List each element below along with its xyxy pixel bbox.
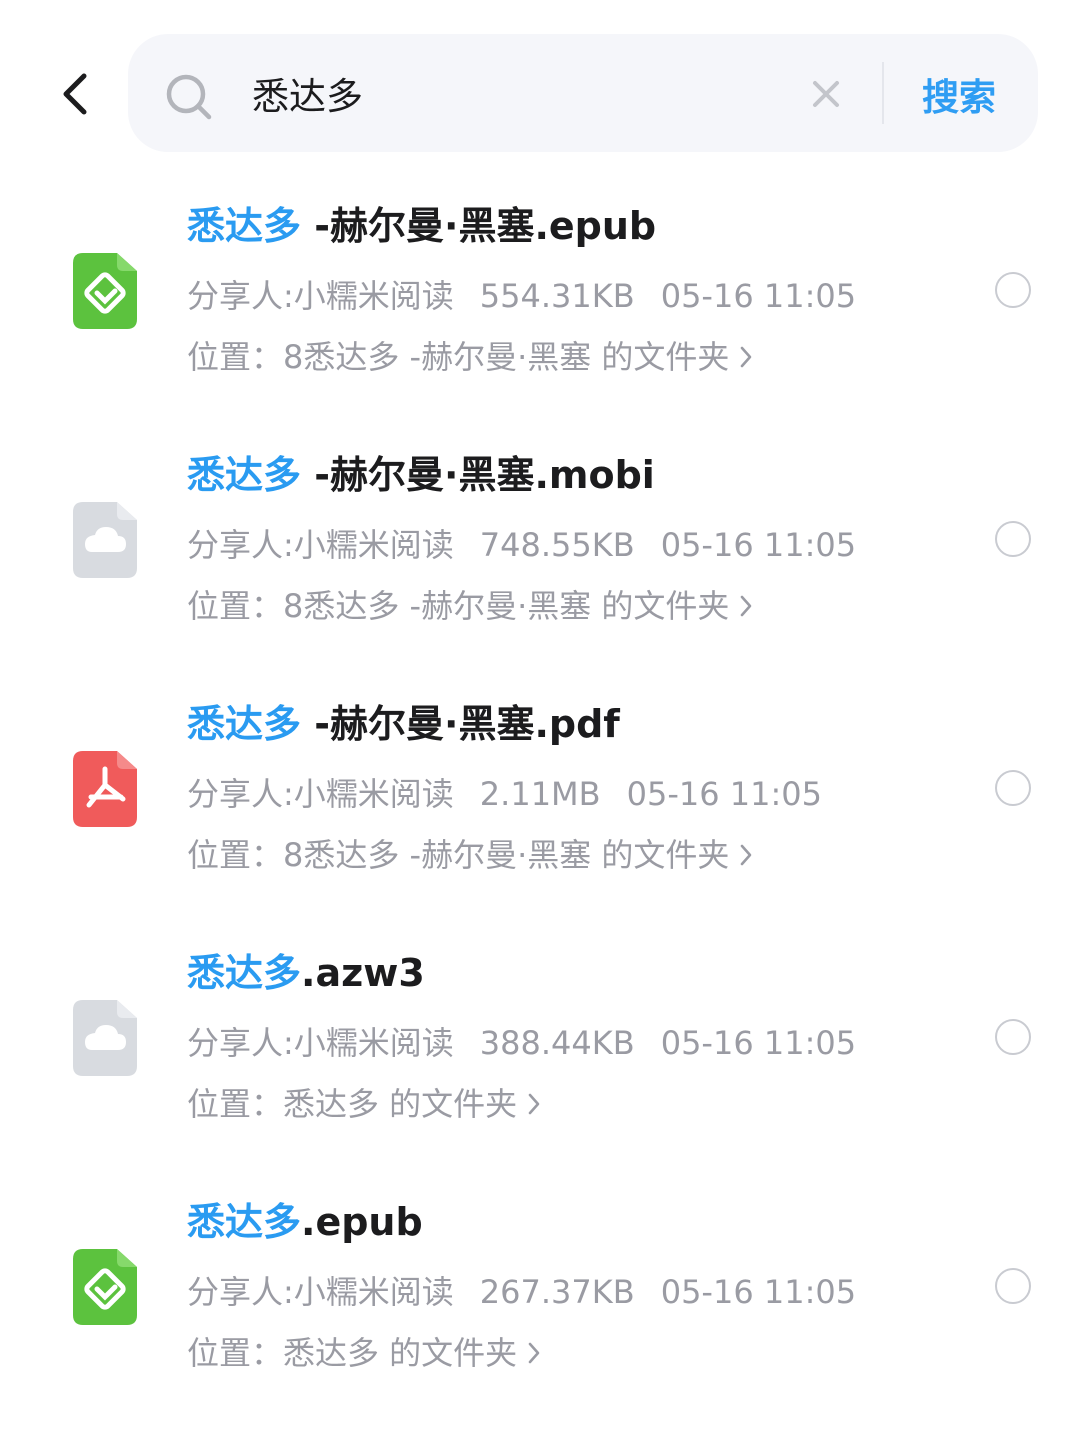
location-link[interactable]: 位置：8悉达多 -赫尔曼·黑塞 的文件夹 <box>187 333 753 381</box>
list-item[interactable]: 悉达多 -赫尔曼·黑塞.mobi 分享人:小糯米阅读 748.55KB 05-16 1… <box>0 439 1080 688</box>
chevron-right-icon <box>528 1342 540 1364</box>
sharer: 分享人:小糯米阅读 <box>187 775 454 813</box>
back-button[interactable] <box>50 62 100 126</box>
location-text: 位置：悉达多 的文件夹 <box>187 1085 518 1123</box>
file-title: 悉达多 -赫尔曼·黑塞.epub <box>187 200 967 252</box>
cloud-file-icon <box>73 1000 137 1076</box>
select-radio[interactable] <box>995 521 1031 557</box>
sharer: 分享人:小糯米阅读 <box>187 526 454 564</box>
file-size: 2.11MB <box>479 775 601 813</box>
file-title: 悉达多 -赫尔曼·黑塞.mobi <box>187 449 967 501</box>
location-text: 位置：8悉达多 -赫尔曼·黑塞 的文件夹 <box>187 587 730 625</box>
select-radio[interactable] <box>995 1019 1031 1055</box>
sharer: 分享人:小糯米阅读 <box>187 1024 454 1062</box>
title-highlight: 悉达多 <box>187 453 302 497</box>
file-title: 悉达多 -赫尔曼·黑塞.pdf <box>187 698 967 750</box>
location-link[interactable]: 位置：8悉达多 -赫尔曼·黑塞 的文件夹 <box>187 582 753 630</box>
title-highlight: 悉达多 <box>187 1200 302 1244</box>
list-item[interactable]: 悉达多 -赫尔曼·黑塞.epub 分享人:小糯米阅读 554.31KB 05-16 1… <box>0 190 1080 439</box>
location-link[interactable]: 位置：8悉达多 -赫尔曼·黑塞 的文件夹 <box>187 831 753 879</box>
file-date: 05-16 11:05 <box>660 526 857 564</box>
file-meta: 分享人:小糯米阅读 748.55KB 05-16 11:05 <box>187 521 882 569</box>
title-highlight: 悉达多 <box>187 702 302 746</box>
title-rest: -赫尔曼·黑塞.pdf <box>301 702 620 746</box>
location-text: 位置：8悉达多 -赫尔曼·黑塞 的文件夹 <box>187 338 730 376</box>
location-link[interactable]: 位置：悉达多 的文件夹 <box>187 1329 541 1377</box>
file-meta: 分享人:小糯米阅读 388.44KB 05-16 11:05 <box>187 1019 882 1067</box>
search-divider <box>882 62 884 124</box>
file-date: 05-16 11:05 <box>660 277 857 315</box>
location-text: 位置：8悉达多 -赫尔曼·黑塞 的文件夹 <box>187 836 730 874</box>
file-size: 748.55KB <box>479 526 635 564</box>
chevron-right-icon <box>741 595 752 617</box>
sharer: 分享人:小糯米阅读 <box>187 277 454 315</box>
pdf-file-icon <box>73 751 137 827</box>
location-text: 位置：悉达多 的文件夹 <box>187 1334 518 1372</box>
search-box: 搜索 <box>128 34 1038 152</box>
file-date: 05-16 11:05 <box>660 1273 857 1311</box>
select-radio[interactable] <box>995 770 1031 806</box>
chevron-right-icon <box>528 1093 540 1115</box>
file-date: 05-16 11:05 <box>626 775 822 813</box>
title-highlight: 悉达多 <box>187 204 302 248</box>
list-item[interactable]: 悉达多 -赫尔曼·黑塞.pdf 分享人:小糯米阅读 2.11MB 05-16 11:0… <box>0 688 1080 937</box>
search-icon <box>166 74 212 120</box>
top-bar: 搜索 <box>0 0 1080 180</box>
chevron-right-icon <box>741 346 752 368</box>
search-button[interactable]: 搜索 <box>904 64 1014 124</box>
result-list: 悉达多 -赫尔曼·黑塞.epub 分享人:小糯米阅读 554.31KB 05-16 1… <box>0 190 1080 1435</box>
file-meta: 分享人:小糯米阅读 267.37KB 05-16 11:05 <box>187 1268 882 1316</box>
chevron-right-icon <box>741 844 752 866</box>
file-size: 388.44KB <box>479 1024 635 1062</box>
title-rest: .epub <box>301 1200 423 1244</box>
location-link[interactable]: 位置：悉达多 的文件夹 <box>187 1080 541 1128</box>
search-input[interactable] <box>252 60 792 126</box>
title-rest: -赫尔曼·黑塞.epub <box>301 204 657 248</box>
list-item[interactable]: 悉达多.azw3 分享人:小糯米阅读 388.44KB 05-16 11:05 位置：悉… <box>0 937 1080 1186</box>
clear-icon[interactable] <box>810 78 842 110</box>
ebook-epub-icon <box>73 253 137 329</box>
chevron-left-icon <box>63 73 87 115</box>
select-radio[interactable] <box>995 272 1031 308</box>
title-rest: .azw3 <box>301 951 425 995</box>
select-radio[interactable] <box>995 1268 1031 1304</box>
ebook-epub-icon <box>73 1249 137 1325</box>
cloud-file-icon <box>73 502 137 578</box>
file-meta: 分享人:小糯米阅读 554.31KB 05-16 11:05 <box>187 272 882 320</box>
list-item[interactable]: 悉达多.epub 分享人:小糯米阅读 267.37KB 05-16 11:05 位置：悉… <box>0 1186 1080 1435</box>
file-title: 悉达多.epub <box>187 1196 967 1248</box>
title-highlight: 悉达多 <box>187 951 302 995</box>
file-date: 05-16 11:05 <box>660 1024 857 1062</box>
file-title: 悉达多.azw3 <box>187 947 967 999</box>
file-meta: 分享人:小糯米阅读 2.11MB 05-16 11:05 <box>187 770 848 818</box>
file-size: 267.37KB <box>479 1273 635 1311</box>
file-size: 554.31KB <box>479 277 635 315</box>
title-rest: -赫尔曼·黑塞.mobi <box>301 453 655 497</box>
sharer: 分享人:小糯米阅读 <box>187 1273 454 1311</box>
